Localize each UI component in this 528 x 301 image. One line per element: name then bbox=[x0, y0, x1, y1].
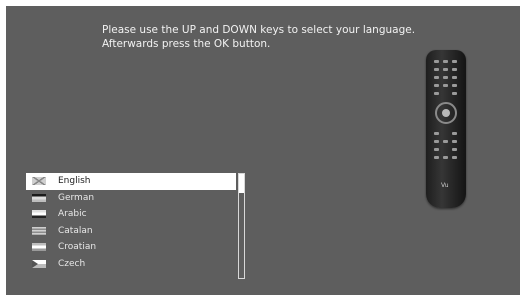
uk-flag-icon bbox=[32, 177, 46, 186]
remote-button bbox=[434, 60, 439, 63]
remote-button bbox=[443, 140, 448, 143]
language-item-czech[interactable]: Czech bbox=[26, 256, 246, 273]
remote-button bbox=[452, 140, 457, 143]
remote-button bbox=[452, 60, 457, 63]
remote-navigation-ring-icon bbox=[435, 102, 457, 124]
instruction-line-2: Afterwards press the OK button. bbox=[102, 38, 271, 50]
remote-button bbox=[434, 84, 439, 87]
language-label: German bbox=[58, 192, 95, 203]
remote-button bbox=[434, 140, 439, 143]
language-item-arabic[interactable]: Arabic bbox=[26, 206, 246, 223]
remote-button bbox=[434, 92, 439, 95]
remote-button bbox=[443, 60, 448, 63]
germany-flag-icon bbox=[32, 193, 46, 202]
remote-button bbox=[452, 68, 457, 71]
czech-flag-icon bbox=[32, 259, 46, 268]
language-label: Arabic bbox=[58, 209, 87, 219]
remote-ok-button-icon bbox=[442, 109, 450, 117]
instructions: Please use the UP and DOWN keys to selec… bbox=[102, 23, 415, 51]
language-item-croatian[interactable]: Croatian bbox=[26, 239, 246, 256]
remote-button bbox=[452, 84, 457, 87]
remote-button bbox=[452, 76, 457, 79]
language-label: Croatian bbox=[58, 242, 97, 252]
language-item-partial[interactable] bbox=[26, 272, 246, 279]
remote-button bbox=[443, 68, 448, 71]
remote-button bbox=[434, 148, 439, 151]
list-scrollbar[interactable] bbox=[238, 173, 245, 279]
remote-button bbox=[452, 156, 457, 159]
language-item-catalan[interactable]: Catalan bbox=[26, 223, 246, 240]
arabic-flag-icon bbox=[32, 210, 46, 219]
remote-logo: Vu bbox=[441, 182, 449, 189]
language-label: English bbox=[58, 176, 91, 186]
remote-button bbox=[434, 76, 439, 79]
remote-button bbox=[452, 132, 457, 135]
language-list[interactable]: English German Arabic Catalan Croatian C… bbox=[26, 173, 246, 279]
remote-button bbox=[434, 156, 439, 159]
language-item-english[interactable]: English bbox=[26, 173, 236, 190]
scrollbar-thumb[interactable] bbox=[239, 174, 244, 193]
remote-button bbox=[434, 68, 439, 71]
instruction-line-1: Please use the UP and DOWN keys to selec… bbox=[102, 24, 416, 36]
remote-button bbox=[443, 156, 448, 159]
remote-control-image: Vu bbox=[426, 50, 466, 208]
language-item-german[interactable]: German bbox=[26, 190, 246, 207]
screen: Please use the UP and DOWN keys to selec… bbox=[0, 0, 528, 301]
remote-button bbox=[434, 132, 439, 135]
remote-button bbox=[443, 84, 448, 87]
remote-button bbox=[452, 148, 457, 151]
language-label: Czech bbox=[58, 258, 86, 269]
remote-button bbox=[452, 92, 457, 95]
croatia-flag-icon bbox=[32, 243, 46, 252]
language-label: Catalan bbox=[58, 225, 93, 236]
catalan-flag-icon bbox=[32, 226, 46, 235]
remote-button bbox=[443, 76, 448, 79]
